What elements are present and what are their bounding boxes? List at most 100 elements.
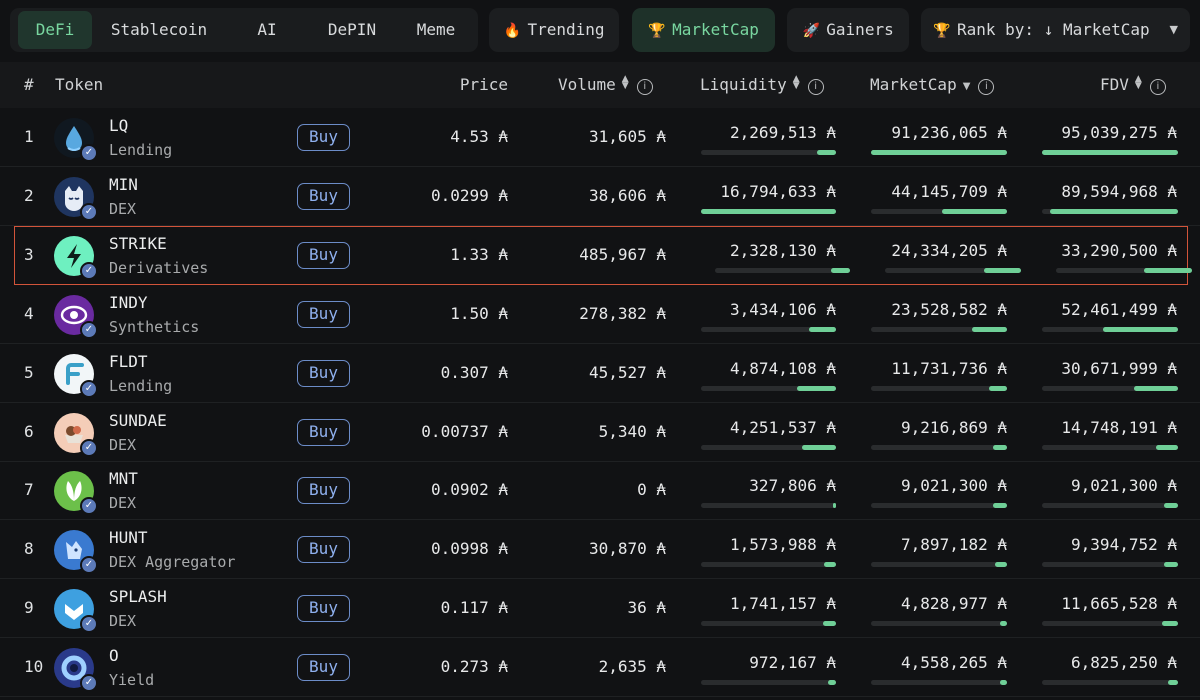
verified-check-icon: ✓	[80, 320, 98, 339]
volume-value: 485,967 ₳	[579, 244, 666, 264]
verified-check-icon: ✓	[80, 615, 98, 634]
marketcap-label: MarketCap	[672, 20, 759, 39]
buy-button[interactable]: Buy	[297, 359, 350, 387]
col-liquidity[interactable]: Liquidity ▲ ▼ i	[700, 62, 824, 108]
table-row[interactable]: 1 ✓ LQ Lending Buy 4.53 ₳ 31,605 ₳ 2,269…	[0, 108, 1200, 167]
trending-button[interactable]: 🔥 Trending	[489, 8, 619, 52]
info-icon[interactable]: i	[636, 79, 653, 95]
rank-number: 4	[24, 303, 34, 323]
buy-button[interactable]: Buy	[297, 477, 350, 505]
col-fdv-label: FDV	[1100, 75, 1129, 94]
table-row[interactable]: 8 ✓ HUNT DEX Aggregator Buy 0.0998 ₳ 30,…	[0, 520, 1200, 580]
rank-by-label: Rank by: ↓ MarketCap	[957, 20, 1150, 39]
col-rank: #	[24, 75, 34, 94]
table-row[interactable]: 9 ✓ SPLASH DEX Buy 0.117 ₳ 36 ₳ 1,741,15…	[0, 579, 1200, 639]
price-value: 0.0299 ₳	[430, 185, 508, 205]
marketcap-bar	[885, 267, 1021, 273]
marketcap-value: 4,558,265 ₳	[901, 653, 1007, 673]
marketcap-bar	[871, 326, 1007, 332]
tab-defi[interactable]: DeFi	[18, 11, 92, 49]
volume-value: 278,382 ₳	[579, 303, 666, 323]
chevron-down-icon: ▼	[1169, 23, 1178, 36]
sort-desc-icon: ▼	[962, 81, 971, 92]
table-row[interactable]: 6 ✓ SUNDAE DEX Buy 0.00737 ₳ 5,340 ₳ 4,2…	[0, 403, 1200, 462]
tab-depin[interactable]: DePIN	[310, 11, 394, 49]
liquidity-bar	[701, 385, 836, 391]
verified-check-icon: ✓	[80, 202, 98, 221]
col-liquidity-label: Liquidity	[700, 75, 787, 94]
fdv-bar	[1042, 680, 1178, 686]
verified-check-icon: ✓	[80, 144, 98, 162]
trophy-icon: 🏆	[933, 23, 951, 39]
col-price[interactable]: Price	[380, 62, 508, 108]
table-row[interactable]: 7 ✓ MNT DEX Buy 0.0902 ₳ 0 ₳ 327,806 ₳ 9…	[0, 461, 1200, 521]
volume-value: 45,527 ₳	[588, 362, 666, 382]
liquidity-bar	[701, 503, 836, 509]
verified-check-icon: ✓	[80, 261, 98, 280]
sort-icon: ▲ ▼	[1134, 74, 1142, 91]
buy-button[interactable]: Buy	[297, 595, 350, 623]
ring-icon: ✓	[54, 648, 98, 693]
f-logo-icon: ✓	[54, 353, 98, 398]
tab-meme[interactable]: Meme	[402, 11, 470, 49]
col-volume-label: Volume	[558, 75, 616, 94]
marketcap-bar	[871, 385, 1007, 391]
liquidity-bar	[715, 267, 850, 273]
tab-stablecoin[interactable]: Stablecoin	[100, 11, 218, 49]
gainers-button[interactable]: 🚀 Gainers	[787, 8, 909, 52]
token-category: Yield	[109, 671, 155, 690]
info-icon[interactable]: i	[978, 79, 995, 95]
gainers-label: Gainers	[826, 20, 894, 39]
verified-check-icon: ✓	[80, 438, 98, 457]
price-value: 0.307 ₳	[440, 362, 508, 382]
info-icon[interactable]: i	[807, 79, 824, 95]
price-value: 1.33 ₳	[450, 244, 508, 264]
col-token: Token	[55, 75, 104, 94]
marketcap-bar	[871, 503, 1007, 509]
table-row[interactable]: 4 ✓ INDY Synthetics Buy 1.50 ₳ 278,382 ₳…	[0, 285, 1200, 344]
droplet-icon: ✓	[54, 118, 98, 162]
filter-bar: DeFi Stablecoin AI DePIN Meme 🔥 Trending …	[0, 0, 1200, 62]
fire-icon: 🔥	[503, 23, 522, 39]
table-row[interactable]: 10 ✓ O Yield Buy 0.273 ₳ 2,635 ₳ 972,167…	[0, 638, 1200, 698]
sort-icon: ▲ ▼	[621, 74, 629, 91]
marketcap-button[interactable]: 🏆 MarketCap	[632, 8, 775, 52]
verified-check-icon: ✓	[80, 674, 98, 693]
buy-button[interactable]: Buy	[297, 241, 350, 269]
info-icon[interactable]: i	[1149, 79, 1166, 95]
eye-icon: ✓	[54, 294, 98, 339]
price-value: 0.117 ₳	[440, 598, 508, 618]
fdv-bar	[1042, 150, 1178, 155]
marketcap-bar	[871, 444, 1007, 450]
sundae-icon: ✓	[54, 412, 98, 457]
rank-number: 2	[24, 185, 34, 205]
col-marketcap-label: MarketCap	[870, 75, 957, 94]
buy-button[interactable]: Buy	[297, 182, 350, 210]
price-value: 0.273 ₳	[440, 657, 508, 677]
col-fdv[interactable]: FDV ▲ ▼ i	[1100, 62, 1166, 108]
liquidity-bar	[701, 208, 836, 214]
buy-button[interactable]: Buy	[297, 536, 350, 564]
buy-button[interactable]: Buy	[297, 124, 350, 151]
buy-button[interactable]: Buy	[297, 418, 350, 446]
lightning-icon: ✓	[54, 235, 98, 280]
price-value: 0.00737 ₳	[421, 421, 508, 441]
fdv-bar	[1056, 267, 1192, 273]
fox-icon: ✓	[54, 530, 98, 575]
sort-icon: ▲ ▼	[792, 74, 800, 91]
rank-by-select[interactable]: 🏆 Rank by: ↓ MarketCap ▼	[921, 8, 1190, 52]
splash-icon: ✓	[54, 589, 98, 634]
col-volume[interactable]: Volume ▲ ▼ i	[558, 62, 653, 108]
buy-button[interactable]: Buy	[297, 654, 350, 682]
col-marketcap[interactable]: MarketCap ▼ i	[870, 62, 995, 108]
volume-value: 36 ₳	[627, 598, 666, 618]
tab-ai[interactable]: AI	[232, 11, 302, 49]
fdv-bar	[1042, 444, 1178, 450]
rank-number: 3	[24, 244, 34, 264]
table-row[interactable]: 3 ✓ STRIKE Derivatives Buy 1.33 ₳ 485,96…	[14, 225, 1192, 285]
rank-number: 1	[24, 127, 34, 146]
table-row[interactable]: 5 ✓ FLDT Lending Buy 0.307 ₳ 45,527 ₳ 4,…	[0, 344, 1200, 403]
rank-number: 7	[24, 480, 34, 500]
table-row[interactable]: 2 ✓ MIN DEX Buy 0.0299 ₳ 38,606 ₳ 16,794…	[0, 167, 1200, 226]
buy-button[interactable]: Buy	[297, 300, 350, 328]
